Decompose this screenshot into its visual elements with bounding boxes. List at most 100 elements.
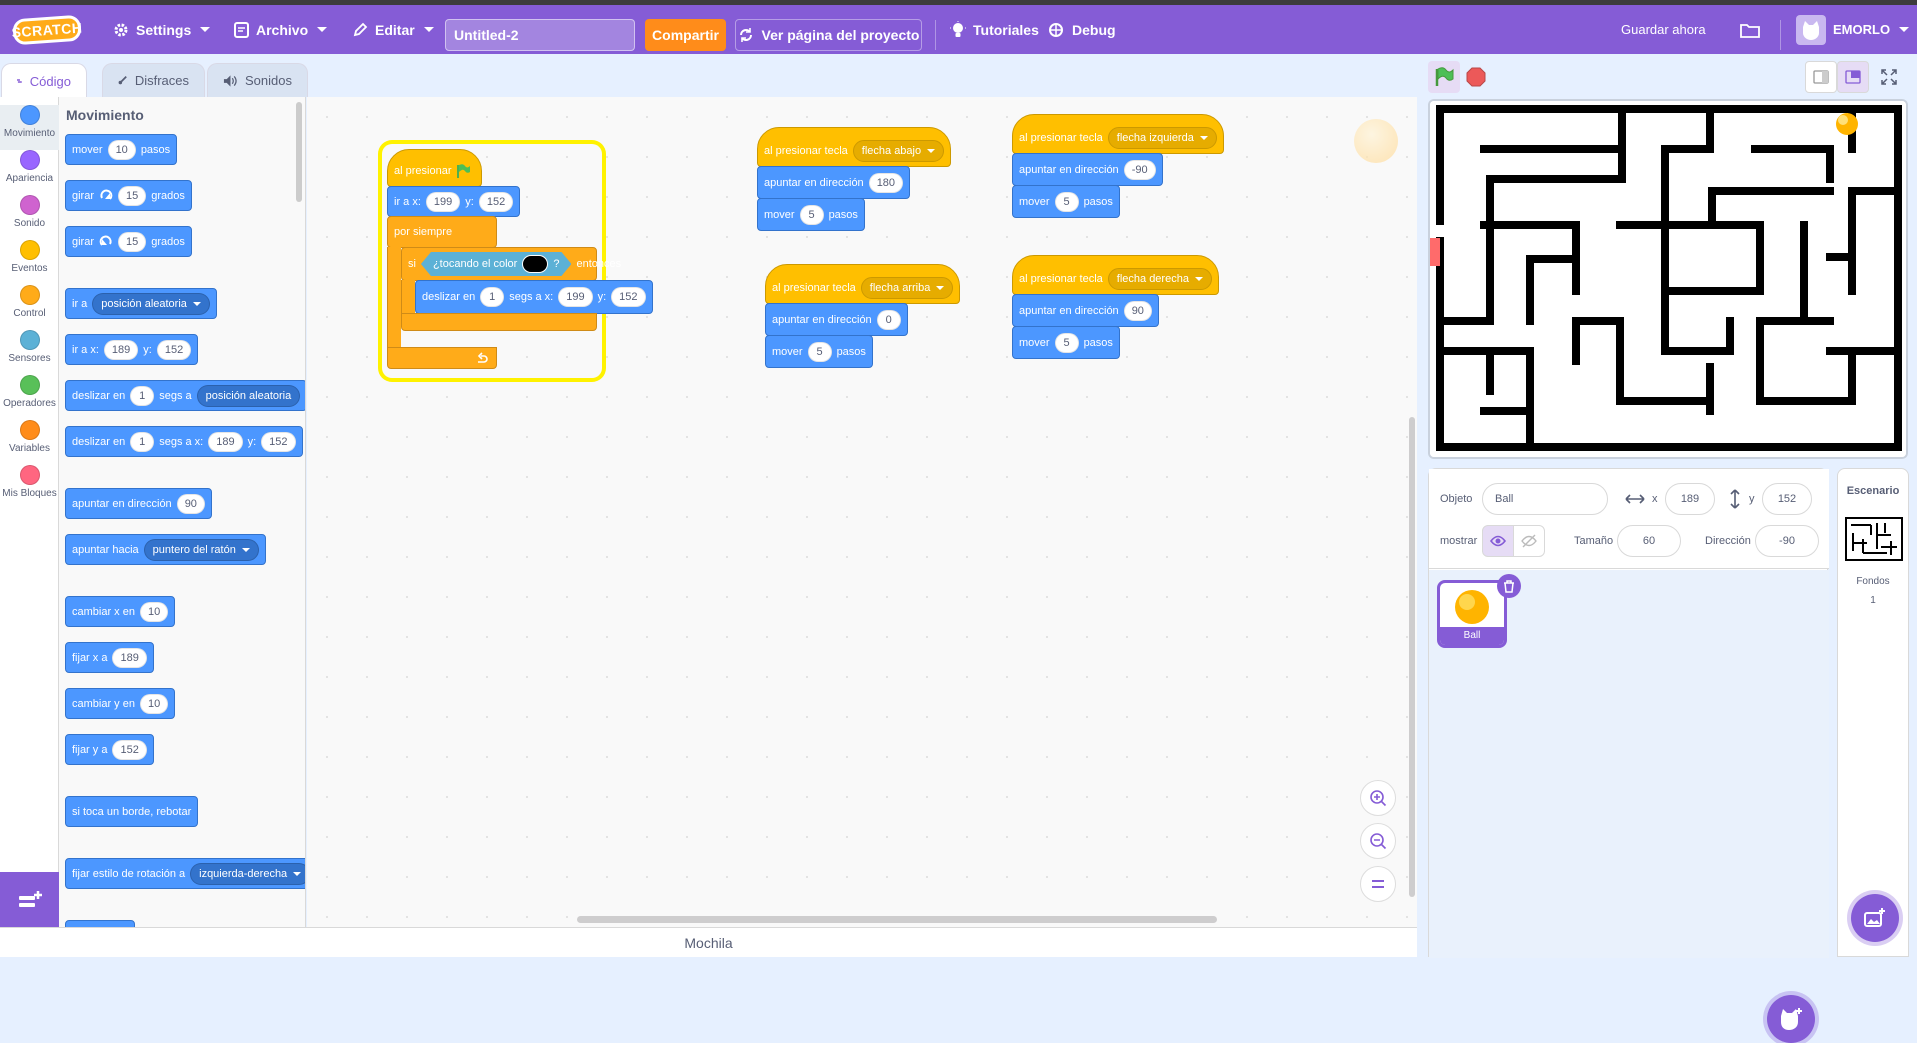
key-dropdown[interactable]: flecha arriba — [860, 277, 954, 299]
add-extension-button[interactable] — [0, 872, 59, 927]
ball-sprite[interactable] — [1834, 111, 1860, 137]
block-dropdown[interactable]: posición aleatoria — [92, 292, 210, 315]
green-flag-button[interactable] — [1428, 61, 1460, 93]
hide-sprite-button[interactable] — [1513, 525, 1545, 557]
block-dropdown[interactable]: izquierda-derecha — [190, 862, 305, 885]
block-turn-right[interactable]: girar 15 grados — [65, 180, 192, 211]
palette-scrollbar[interactable] — [296, 102, 302, 202]
zoom-reset-button[interactable] — [1360, 866, 1396, 902]
block-input[interactable]: 5 — [807, 341, 832, 362]
code-workspace[interactable]: al presionar ir a x: 199 y: 152 por siempre… — [307, 97, 1417, 927]
block-if-then[interactable]: si ¿tocando el color ? entonces — [401, 247, 621, 281]
block-goto[interactable]: ir a posición aleatoria — [65, 288, 217, 319]
block-turn-left[interactable]: girar 15 grados — [65, 226, 192, 257]
edit-menu[interactable]: Editar — [353, 5, 434, 54]
zoom-out-button[interactable] — [1360, 823, 1396, 859]
block-input[interactable]: 189 — [103, 339, 139, 360]
block-move-steps[interactable]: mover 5 pasos — [1012, 326, 1120, 359]
tutorials-button[interactable]: Tutoriales — [950, 5, 1039, 54]
block-dropdown[interactable]: posición aleatoria — [196, 384, 301, 407]
block-input[interactable]: 1 — [130, 431, 155, 452]
block-set-y[interactable]: fijar y a 152 — [65, 734, 154, 765]
block-point-direction[interactable]: apuntar en dirección 0 — [765, 303, 908, 336]
category-operators[interactable]: Operadores — [0, 375, 59, 420]
block-input[interactable]: 152 — [611, 287, 646, 307]
block-point-towards[interactable]: apuntar hacia puntero del ratón — [65, 534, 266, 565]
block-move-steps[interactable]: mover 5 pasos — [757, 198, 865, 231]
see-project-page-button[interactable]: Ver página del proyecto — [735, 19, 922, 51]
direction-input[interactable]: -90 — [1755, 525, 1819, 557]
block-input[interactable]: 189 — [208, 431, 243, 452]
block-glide-to[interactable]: deslizar en 1 segs a posición aleatoria — [65, 380, 305, 411]
category-looks[interactable]: Apariencia — [0, 150, 59, 195]
block-input[interactable]: 10 — [139, 601, 169, 622]
category-variables[interactable]: Variables — [0, 420, 59, 465]
block-input[interactable]: 5 — [1054, 191, 1079, 212]
block-partial[interactable] — [65, 920, 135, 927]
block-input[interactable]: 90 — [1123, 300, 1152, 321]
sprite-name-input[interactable] — [1482, 483, 1608, 515]
stage-target-pane[interactable]: Escenario Fondos 1 — [1837, 468, 1909, 957]
block-input[interactable]: 152 — [478, 191, 514, 212]
block-input[interactable]: 152 — [156, 339, 192, 360]
choose-backdrop-button[interactable] — [1851, 894, 1899, 942]
share-button[interactable]: Compartir — [645, 19, 726, 51]
workspace-scrollbar-vertical[interactable] — [1409, 417, 1415, 897]
scratch-logo[interactable]: SCRATCH — [11, 14, 83, 46]
block-point-direction[interactable]: apuntar en dirección 90 — [65, 488, 212, 519]
workspace-scrollbar-horizontal[interactable] — [577, 916, 1217, 923]
small-stage-button[interactable] — [1805, 61, 1837, 93]
block-input[interactable]: 152 — [112, 739, 147, 760]
tab-code[interactable]: Código — [1, 63, 87, 98]
block-bounce-on-edge[interactable]: si toca un borde, rebotar — [65, 796, 199, 827]
category-control[interactable]: Control — [0, 285, 59, 330]
block-point-direction[interactable]: apuntar en dirección -90 — [1012, 153, 1163, 186]
block-point-direction[interactable]: apuntar en dirección 90 — [1012, 294, 1159, 327]
block-input[interactable]: 199 — [425, 191, 461, 212]
block-when-key-pressed[interactable]: al presionar tecla flecha derecha — [1012, 255, 1219, 295]
tab-sounds[interactable]: Sonidos — [207, 63, 308, 97]
block-forever[interactable]: por siempre — [387, 216, 497, 248]
y-input[interactable]: 152 — [1762, 483, 1812, 515]
category-sound[interactable]: Sonido — [0, 195, 59, 240]
block-input[interactable]: 189 — [112, 647, 147, 668]
block-goto-xy[interactable]: ir a x: 199 y: 152 — [387, 186, 521, 217]
size-input[interactable]: 60 — [1617, 525, 1681, 557]
project-title-input[interactable] — [445, 19, 635, 51]
large-stage-button[interactable] — [1837, 61, 1869, 93]
fullscreen-button[interactable] — [1873, 61, 1905, 93]
block-input[interactable]: 1 — [130, 385, 155, 406]
sprite-tile-ball[interactable]: Ball — [1437, 580, 1507, 648]
block-input[interactable]: 199 — [558, 287, 593, 307]
x-input[interactable]: 189 — [1665, 483, 1715, 515]
block-set-rotation-style[interactable]: fijar estilo de rotación a izquierda-dere… — [65, 858, 305, 889]
block-when-key-pressed[interactable]: al presionar tecla flecha arriba — [765, 264, 961, 304]
block-dropdown[interactable]: puntero del ratón — [143, 538, 259, 561]
key-dropdown[interactable]: flecha izquierda — [1107, 127, 1217, 149]
my-stuff-button[interactable] — [1740, 5, 1760, 54]
block-move-steps[interactable]: mover 5 pasos — [765, 335, 873, 368]
show-sprite-button[interactable] — [1482, 525, 1514, 557]
block-change-x[interactable]: cambiar x en 10 — [65, 596, 176, 627]
tab-costumes[interactable]: Disfraces — [102, 63, 205, 97]
category-events[interactable]: Eventos — [0, 240, 59, 285]
category-motion[interactable]: Movimiento — [0, 105, 59, 150]
backpack[interactable]: Mochila — [0, 927, 1417, 957]
block-input[interactable]: 10 — [139, 693, 169, 714]
block-change-y[interactable]: cambiar y en 10 — [65, 688, 176, 719]
category-my-blocks[interactable]: Mis Bloques — [0, 465, 59, 510]
block-input[interactable]: 180 — [868, 172, 904, 193]
key-dropdown[interactable]: flecha abajo — [852, 140, 945, 162]
block-input[interactable]: 5 — [799, 204, 824, 225]
block-input[interactable]: 15 — [118, 231, 147, 252]
block-glide-xy[interactable]: deslizar en 1 segs a x: 189 y: 152 — [65, 426, 303, 457]
file-menu[interactable]: Archivo — [234, 5, 328, 54]
block-input[interactable]: 1 — [480, 287, 505, 307]
block-input[interactable]: 152 — [261, 431, 296, 452]
save-now-button[interactable]: Guardar ahora — [1621, 5, 1706, 54]
block-input[interactable]: 5 — [1054, 332, 1079, 353]
block-input[interactable]: 0 — [876, 309, 901, 330]
choose-sprite-button[interactable] — [1767, 995, 1815, 1043]
block-move-steps[interactable]: mover 10 pasos — [65, 134, 178, 165]
category-sensing[interactable]: Sensores — [0, 330, 59, 375]
